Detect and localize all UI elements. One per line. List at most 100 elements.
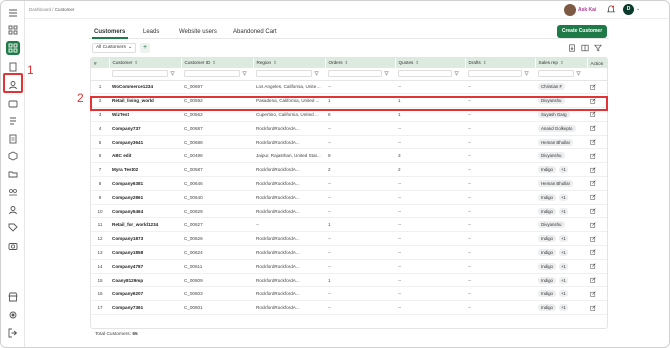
sales-rep-chip[interactable]: Divyanshu xyxy=(538,221,565,229)
column-header[interactable]: Quotes ⇕ xyxy=(395,58,466,68)
profile-avatar[interactable]: D xyxy=(623,4,634,15)
table-row[interactable]: 13 Company1858 C_00624 RockfordRockfordA...… xyxy=(91,245,607,260)
chevron-down-icon[interactable]: ⌄ xyxy=(636,6,640,12)
filter-icon[interactable] xyxy=(384,71,389,76)
create-customer-button[interactable]: Create Customer xyxy=(557,25,607,38)
column-filter-input[interactable] xyxy=(328,70,382,78)
customer-name-link[interactable]: Company1873 xyxy=(109,231,181,247)
tab-customers[interactable]: Customers xyxy=(94,29,125,35)
customer-name-link[interactable]: Company5464 xyxy=(109,204,181,219)
sales-rep-chip[interactable]: Indigo xyxy=(538,290,556,298)
sales-rep-chip[interactable]: Suyash Garg xyxy=(538,110,570,118)
edit-icon[interactable] xyxy=(590,111,596,118)
column-filter-input[interactable] xyxy=(538,70,574,78)
filter-icon[interactable] xyxy=(576,71,581,76)
filter-icon[interactable] xyxy=(242,71,247,76)
edit-icon[interactable] xyxy=(590,305,596,311)
customer-name-link[interactable]: Company1858 xyxy=(109,245,181,260)
customer-name-link[interactable]: ABC edit xyxy=(109,148,181,164)
more-reps-chip[interactable]: +1 xyxy=(558,207,568,215)
customer-name-link[interactable]: Company3641 xyxy=(109,135,181,150)
table-row[interactable]: 6 ABC edit C_00498 Jaipur, Rajasthan, Unite… xyxy=(91,148,607,164)
customer-name-link[interactable]: Company737 xyxy=(109,121,181,136)
more-reps-chip[interactable]: +1 xyxy=(558,193,568,201)
column-header[interactable]: Orders ⇕ xyxy=(325,58,396,68)
files-icon[interactable] xyxy=(6,167,20,181)
column-filter-input[interactable] xyxy=(398,70,452,78)
sales-rep-chip[interactable]: Heman Bhullar xyxy=(538,179,574,187)
sales-rep-chip[interactable]: Indigo xyxy=(538,193,556,201)
column-header[interactable]: Customer ID ⇕ xyxy=(181,58,254,68)
table-row[interactable]: 12 Company1873 C_00626 RockfordRockfordA...… xyxy=(91,231,607,247)
table-row[interactable]: 9 Company2861 C_00640 RockfordRockfordA... -… xyxy=(91,190,607,205)
sales-rep-chip[interactable]: Divyanshu xyxy=(538,152,565,160)
sort-icon[interactable]: ⇕ xyxy=(483,60,487,65)
filter-icon[interactable] xyxy=(170,71,175,76)
customer-name-link[interactable]: Myra Test02 xyxy=(109,162,181,178)
edit-icon[interactable] xyxy=(590,139,596,145)
filter-icon[interactable] xyxy=(594,44,602,52)
column-header[interactable]: Drafts ⇕ xyxy=(465,58,536,68)
column-filter-input[interactable] xyxy=(468,70,522,78)
sales-rep-chip[interactable]: Christian F xyxy=(538,83,566,91)
sales-rep-chip[interactable]: Heman Bhullar xyxy=(538,138,574,146)
sales-rep-chip[interactable]: Indigo xyxy=(538,304,556,312)
customer-name-link[interactable]: Company6381 xyxy=(109,176,181,191)
breadcrumb-root[interactable]: Dashboard xyxy=(29,7,51,12)
customer-name-link[interactable]: Retail_for_world1234 xyxy=(109,217,181,233)
edit-icon[interactable] xyxy=(590,291,596,297)
table-row[interactable]: 10 Company5464 C_00629 RockfordRockfordA...… xyxy=(91,204,607,219)
table-row[interactable]: 14 Company4787 C_00611 RockfordRockfordA...… xyxy=(91,259,607,274)
edit-icon[interactable] xyxy=(590,153,596,159)
camera-icon[interactable] xyxy=(6,239,20,253)
customer-filter-select[interactable]: All Customers ⌄ xyxy=(92,43,136,53)
sort-icon[interactable]: ⇕ xyxy=(560,60,564,65)
tab-abandoned-cart[interactable]: Abandoned Cart xyxy=(233,29,277,35)
column-header[interactable]: Sales rep ⇕ xyxy=(535,58,588,68)
edit-icon[interactable] xyxy=(590,208,596,214)
sort-icon[interactable]: ⇕ xyxy=(212,60,216,65)
catalog-icon[interactable] xyxy=(6,60,20,74)
sort-icon[interactable]: ⇕ xyxy=(134,60,138,65)
more-reps-chip[interactable]: +1 xyxy=(558,276,568,284)
customer-name-link[interactable]: WoCommerce1234 xyxy=(109,80,181,95)
edit-icon[interactable] xyxy=(590,236,596,242)
edit-icon[interactable] xyxy=(590,194,596,200)
logout-icon[interactable] xyxy=(6,326,20,340)
filter-icon[interactable] xyxy=(314,71,319,76)
sort-icon[interactable]: ⇕ xyxy=(273,60,277,65)
customer-name-link[interactable]: Company7361 xyxy=(109,300,181,316)
edit-icon[interactable] xyxy=(590,277,596,283)
column-filter-input[interactable] xyxy=(256,70,312,78)
column-header[interactable]: Region ⇕ xyxy=(253,58,326,68)
more-reps-chip[interactable]: +1 xyxy=(558,290,568,298)
settings-icon[interactable] xyxy=(6,308,20,322)
tags-icon[interactable] xyxy=(6,221,20,235)
edit-icon[interactable] xyxy=(590,125,596,131)
table-row[interactable]: 8 Company6381 C_00646 RockfordRockfordA... -… xyxy=(91,176,607,191)
user-name[interactable]: Ask Kai xyxy=(578,7,596,13)
more-reps-chip[interactable]: +1 xyxy=(558,304,568,312)
menu-icon[interactable] xyxy=(6,6,20,20)
bell-icon[interactable] xyxy=(607,5,615,14)
dashboard-icon[interactable] xyxy=(6,41,20,55)
sales-rep-chip[interactable]: Anand Golkepto xyxy=(538,124,576,132)
table-row[interactable]: 11 Retail_for_world1234 C_00627 -- 1 -- -- Divy… xyxy=(91,217,607,233)
filter-icon[interactable] xyxy=(454,71,459,76)
filter-icon[interactable] xyxy=(524,71,529,76)
table-row[interactable]: 16 Company6207 C_00603 RockfordRockfordA...… xyxy=(91,286,607,302)
tab-leads[interactable]: Leads xyxy=(143,29,159,35)
column-header[interactable]: Customer ⇕ xyxy=(109,58,182,68)
table-row[interactable]: 5 Company3641 C_00688 RockfordRockfordA... -… xyxy=(91,135,607,150)
orders-icon[interactable] xyxy=(6,97,20,111)
edit-icon[interactable] xyxy=(590,263,596,269)
columns-icon[interactable] xyxy=(581,44,589,52)
column-filter-input[interactable] xyxy=(112,70,168,78)
quotes-icon[interactable] xyxy=(6,114,20,128)
customer-name-link[interactable]: Company4787 xyxy=(109,259,181,274)
customer-name-link[interactable]: Coany8129mp xyxy=(109,273,181,288)
sales-rep-chip[interactable]: Indigo xyxy=(538,207,556,215)
storefront-icon[interactable] xyxy=(6,290,20,304)
sales-rep-chip[interactable]: Indigo xyxy=(538,235,556,243)
edit-icon[interactable] xyxy=(590,249,596,256)
